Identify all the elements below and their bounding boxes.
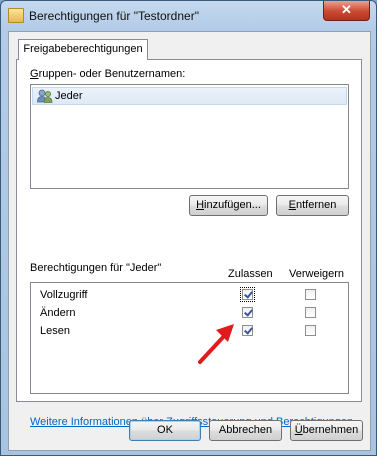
red-arrow-annotation [198,324,234,364]
cancel-button[interactable]: Abbrechen [209,420,282,441]
list-item-label: Jeder [55,90,83,102]
permission-name: Ändern [40,307,76,319]
permissions-heading: Berechtigungen für "Jeder" [30,262,162,274]
remove-button[interactable]: Entfernen [276,195,349,216]
tab-share-permissions[interactable]: Freigabeberechtigungen [18,39,148,60]
users-icon [37,89,53,103]
add-button[interactable]: Hinzufügen... [189,195,268,216]
apply-button[interactable]: Übernehmen [290,420,363,441]
folder-icon [8,8,24,23]
groups-listbox[interactable]: Jeder [30,84,349,189]
allow-column-header: Zulassen [228,268,273,280]
ok-button[interactable]: OK [129,420,201,441]
allow-checkbox-full-control[interactable] [240,287,255,302]
allow-checkbox-read[interactable] [242,325,253,336]
dialog-client: Freigabeberechtigungen Gruppen- oder Ben… [8,31,371,451]
deny-checkbox-change[interactable] [305,307,316,318]
deny-checkbox-read[interactable] [305,325,316,336]
deny-checkbox-full-control[interactable] [305,289,316,300]
deny-column-header: Verweigern [289,268,345,280]
permission-name: Vollzugriff [40,289,88,301]
window-title: Berechtigungen für "Testordner" [29,9,199,23]
permission-name: Lesen [40,325,70,337]
list-item[interactable]: Jeder [32,87,347,105]
allow-checkbox-change[interactable] [242,307,253,318]
close-button[interactable]: ✕ [323,1,370,21]
groups-label: Gruppen- oder Benutzernamen: [30,68,186,80]
permissions-dialog: Berechtigungen für "Testordner" ✕ Freiga… [0,0,377,456]
permissions-list: Vollzugriff Ändern Lesen [30,282,349,394]
title-bar: Berechtigungen für "Testordner" ✕ [1,1,376,31]
tab-page: Gruppen- oder Benutzernamen: Jeder Hinzu… [16,59,362,428]
